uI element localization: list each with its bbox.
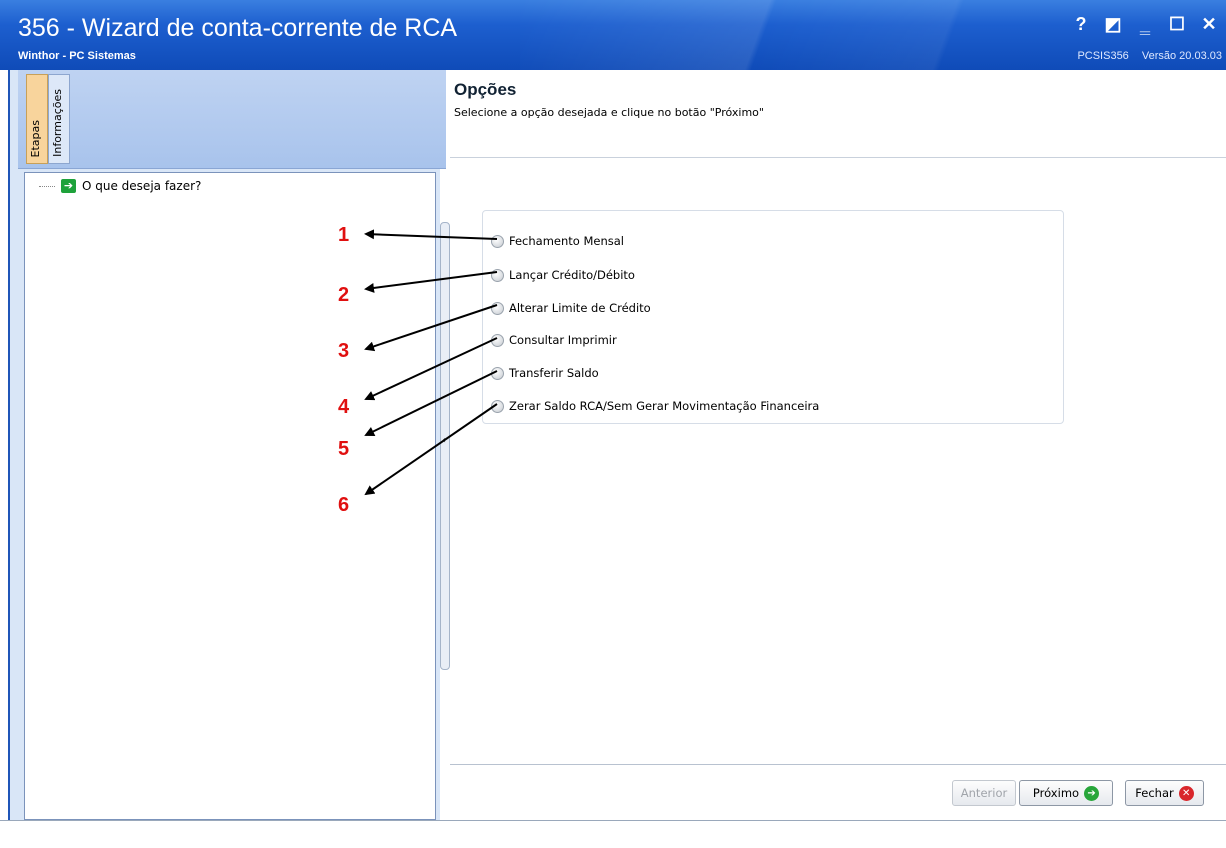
tab-informacoes-label: Informações xyxy=(51,89,64,157)
option-label[interactable]: Alterar Limite de Crédito xyxy=(509,301,651,315)
close-button-label: Fechar xyxy=(1135,786,1174,800)
steps-tree: ➔ O que deseja fazer? xyxy=(24,172,436,820)
panel-splitter[interactable]: ‹ xyxy=(440,222,450,670)
option-consultar-imprimir[interactable]: Consultar Imprimir xyxy=(491,333,617,347)
radio-button[interactable] xyxy=(491,333,504,347)
radio-button[interactable] xyxy=(491,234,504,248)
option-alterar-limite-credito[interactable]: Alterar Limite de Crédito xyxy=(491,301,651,315)
maximize-button[interactable]: ☐ xyxy=(1168,14,1186,35)
annotation-number-5: 5 xyxy=(338,438,350,460)
option-zerar-saldo-rca[interactable]: Zerar Saldo RCA/Sem Gerar Movimentação F… xyxy=(491,399,819,413)
previous-button[interactable]: Anterior xyxy=(952,780,1016,806)
annotation-number-1: 1 xyxy=(338,224,350,246)
restore-layout-button[interactable]: ◩ xyxy=(1104,14,1122,35)
tree-item[interactable]: ➔ O que deseja fazer? xyxy=(39,179,201,193)
collapse-arrow-icon[interactable]: ‹ xyxy=(442,435,446,446)
next-button[interactable]: Próximo ➔ xyxy=(1019,780,1113,806)
window-controls: ? ◩ ‗ ☐ ✕ xyxy=(1072,14,1218,35)
help-button[interactable]: ? xyxy=(1072,14,1090,35)
tab-etapas[interactable]: Etapas xyxy=(26,74,48,164)
annotation-number-2: 2 xyxy=(338,284,350,306)
radio-button[interactable] xyxy=(491,399,504,413)
option-label[interactable]: Zerar Saldo RCA/Sem Gerar Movimentação F… xyxy=(509,399,819,413)
footer-divider xyxy=(450,764,1226,765)
version-info: PCSIS356 Versão 20.03.03 xyxy=(1067,50,1222,62)
option-lancar-credito-debito[interactable]: Lançar Crédito/Débito xyxy=(491,268,635,282)
version-label: Versão 20.03.03 xyxy=(1141,50,1222,62)
window-title: 356 - Wizard de conta-corrente de RCA xyxy=(18,14,458,42)
tab-etapas-label: Etapas xyxy=(29,119,42,157)
previous-button-label: Anterior xyxy=(960,786,1008,800)
status-bar-border xyxy=(0,820,1226,821)
close-x-icon: ✕ xyxy=(1178,785,1194,801)
option-label[interactable]: Consultar Imprimir xyxy=(509,333,617,347)
tree-connector xyxy=(39,185,55,187)
annotation-number-4: 4 xyxy=(338,396,350,418)
green-arrow-icon: ➔ xyxy=(61,179,76,193)
annotation-number-3: 3 xyxy=(338,340,350,362)
option-label[interactable]: Fechamento Mensal xyxy=(509,234,624,248)
radio-button[interactable] xyxy=(491,268,504,282)
annotation-number-6: 6 xyxy=(338,494,350,516)
radio-button[interactable] xyxy=(491,301,504,315)
radio-button[interactable] xyxy=(491,366,504,380)
title-bar-decoration xyxy=(520,0,1120,70)
page-description: Selecione a opção desejada e clique no b… xyxy=(454,106,764,119)
tab-informacoes[interactable]: Informações xyxy=(48,74,70,164)
next-button-label: Próximo xyxy=(1032,786,1080,800)
program-code: PCSIS356 xyxy=(1077,50,1129,62)
left-panel: Etapas Informações ➔ O que deseja fazer? xyxy=(8,70,446,820)
left-panel-header: Etapas Informações xyxy=(18,70,446,169)
option-label[interactable]: Transferir Saldo xyxy=(509,366,599,380)
minimize-button[interactable]: ‗ xyxy=(1136,14,1154,35)
close-window-button[interactable]: ✕ xyxy=(1200,14,1218,35)
window-subtitle: Winthor - PC Sistemas xyxy=(18,50,136,62)
page-title: Opções xyxy=(454,80,517,99)
tree-item-label: O que deseja fazer? xyxy=(82,179,202,193)
next-arrow-icon: ➔ xyxy=(1084,785,1100,801)
option-transferir-saldo[interactable]: Transferir Saldo xyxy=(491,366,599,380)
close-button[interactable]: Fechar ✕ xyxy=(1125,780,1204,806)
option-label[interactable]: Lançar Crédito/Débito xyxy=(509,268,635,282)
title-bar: 356 - Wizard de conta-corrente de RCA Wi… xyxy=(0,0,1226,70)
header-divider xyxy=(450,157,1226,158)
option-fechamento-mensal[interactable]: Fechamento Mensal xyxy=(491,234,624,248)
